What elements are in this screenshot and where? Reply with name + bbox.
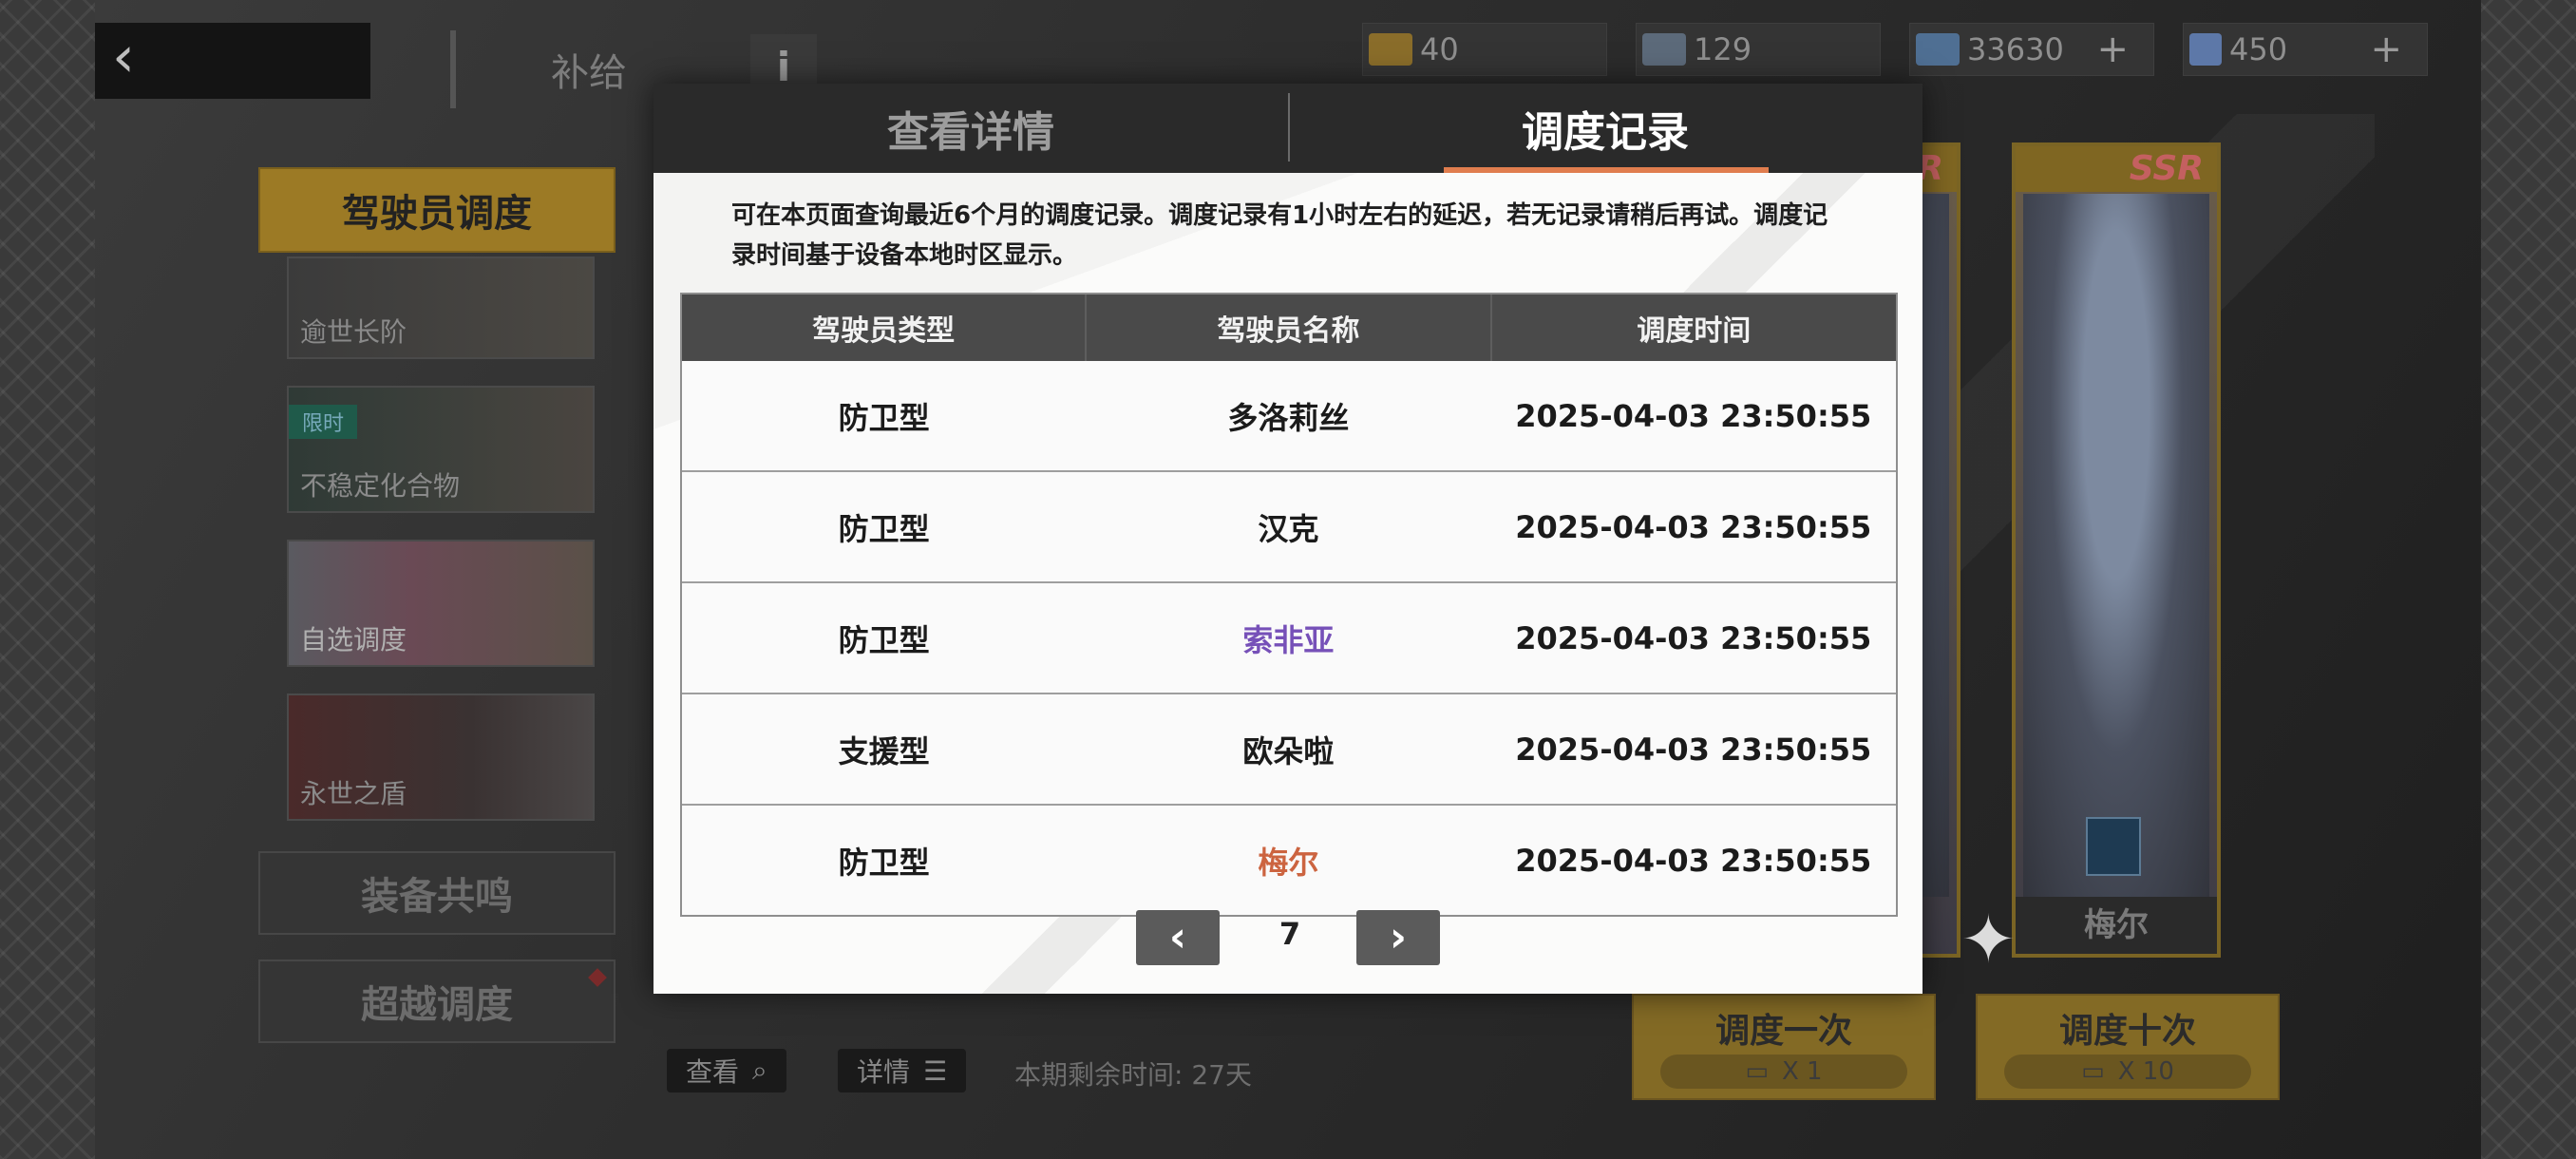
tab-dispatch-records[interactable]: 调度记录: [1288, 84, 1923, 173]
ticket-icon: ▭: [1745, 1057, 1769, 1086]
ticket-icon: ▭: [2081, 1057, 2105, 1086]
view-label: 查看: [686, 1056, 740, 1088]
pilot-name: 梅尔: [2016, 897, 2217, 954]
right-pattern-strip: [2481, 0, 2576, 1159]
cost-pill: ▭ X 10: [2004, 1054, 2251, 1089]
next-page-button[interactable]: ›: [1356, 910, 1440, 965]
column-header: 驾驶员类型: [682, 294, 1088, 361]
table-row: 支援型 欧朵啦 2025-04-03 23:50:55: [682, 693, 1896, 805]
pilot-type: 防卫型: [682, 361, 1087, 471]
limited-badge: 限时: [289, 405, 358, 439]
add-cube-button[interactable]: +: [2096, 28, 2129, 71]
banner-item[interactable]: 自选调度: [287, 540, 595, 667]
cost-value: X 1: [1781, 1057, 1823, 1086]
banner-item[interactable]: 逾世长阶: [287, 256, 595, 359]
dispatch-time: 2025-04-03 23:50:55: [1490, 693, 1896, 805]
dialog-tabs: 查看详情 调度记录: [653, 84, 1923, 173]
sidebar-item-equip-resonance[interactable]: 装备共鸣: [258, 851, 616, 935]
cost-pill: ▭ X 1: [1660, 1054, 1907, 1089]
menu-label: 超越调度: [361, 983, 513, 1027]
records-table: 驾驶员类型 驾驶员名称 调度时间 防卫型 多洛莉丝 2025-04-03 23:…: [680, 293, 1898, 917]
currency-cube: 33630 +: [1909, 23, 2154, 76]
banner-item[interactable]: 永世之盾: [287, 694, 595, 821]
currency-value: 40: [1420, 31, 1459, 67]
dispatch-once-button[interactable]: 调度一次 ▭ X 1: [1632, 994, 1936, 1100]
active-tab-indicator: [1444, 167, 1769, 173]
table-row: 防卫型 索非亚 2025-04-03 23:50:55: [682, 581, 1896, 694]
previous-page-button[interactable]: ‹: [1136, 910, 1220, 965]
pilot-name: 多洛莉丝: [1086, 361, 1491, 471]
banner-label: 自选调度: [300, 624, 407, 656]
pilot-type: 防卫型: [682, 581, 1087, 694]
back-arrow-icon: ‹: [112, 24, 135, 90]
dispatch-time: 2025-04-03 23:50:55: [1490, 581, 1896, 694]
page-title: 补给: [551, 51, 627, 95]
currency-value: 33630: [1967, 31, 2064, 67]
notification-icon: [588, 968, 607, 987]
dispatch-ten-label: 调度十次: [2058, 1012, 2196, 1051]
currency-crystal: 450 +: [2183, 23, 2428, 76]
pilot-name: 梅尔: [1086, 804, 1491, 915]
crystal-icon: [2189, 33, 2222, 66]
list-icon: ☰: [923, 1054, 948, 1087]
banner-label: 永世之盾: [300, 778, 407, 809]
pilot-name: 欧朵啦: [1086, 693, 1491, 805]
currency-value: 450: [2229, 31, 2288, 67]
divider: [450, 30, 456, 108]
add-crystal-button[interactable]: +: [2370, 28, 2402, 71]
pagination: ‹ 7 ›: [653, 910, 1923, 967]
dispatch-time: 2025-04-03 23:50:55: [1490, 470, 1896, 582]
view-button[interactable]: 查看 ⌕: [667, 1049, 786, 1092]
pilot-type: 防卫型: [682, 804, 1087, 915]
back-button[interactable]: [95, 23, 370, 99]
cube-icon: [1916, 33, 1960, 66]
dispatch-once-label: 调度一次: [1714, 1012, 1852, 1051]
pilot-type: 防卫型: [682, 470, 1087, 582]
pilot-name: 汉克: [1086, 470, 1491, 582]
dispatch-time: 2025-04-03 23:50:55: [1490, 361, 1896, 471]
chevron-left-icon: ‹: [1168, 913, 1187, 961]
currency-blue-ticket: 129: [1636, 23, 1881, 76]
currency-value: 129: [1694, 31, 1752, 67]
table-row: 防卫型 汉克 2025-04-03 23:50:55: [682, 470, 1896, 582]
details-label: 详情: [857, 1056, 911, 1088]
remaining-time: 本期剩余时间: 27天: [1014, 1059, 1252, 1091]
column-header: 驾驶员名称: [1086, 294, 1492, 361]
sidebar-item-transcend-dispatch[interactable]: 超越调度: [258, 960, 616, 1043]
sparkle-icon: ✦: [1960, 901, 2017, 978]
cost-value: X 10: [2117, 1057, 2174, 1086]
rarity-badge: SSR: [2016, 146, 2217, 192]
page-number: 7: [1279, 916, 1301, 952]
ticket-icon: [1369, 33, 1412, 66]
sidebar-item-pilot-dispatch[interactable]: 驾驶员调度: [258, 167, 616, 253]
banner-item[interactable]: 限时 不稳定化合物: [287, 386, 595, 513]
column-header: 调度时间: [1490, 294, 1896, 361]
details-button[interactable]: 详情 ☰: [838, 1049, 967, 1092]
chevron-right-icon: ›: [1389, 913, 1408, 961]
banner-label: 逾世长阶: [300, 316, 407, 348]
table-row: 防卫型 梅尔 2025-04-03 23:50:55: [682, 804, 1896, 915]
banner-label: 不稳定化合物: [300, 470, 461, 502]
records-notice: 可在本页面查询最近6个月的调度记录。调度记录有1小时左右的延迟，若无记录请稍后再…: [731, 201, 1828, 270]
pilot-name: 索非亚: [1086, 581, 1491, 694]
dispatch-records-dialog: 查看详情 调度记录 可在本页面查询最近6个月的调度记录。调度记录有1小时左右的延…: [653, 84, 1923, 994]
blue-ticket-icon: [1642, 33, 1686, 66]
defender-class-icon: [2086, 817, 2141, 876]
table-row: 防卫型 多洛莉丝 2025-04-03 23:50:55: [682, 361, 1896, 471]
pilot-art: [2023, 194, 2209, 897]
dispatch-ten-button[interactable]: 调度十次 ▭ X 10: [1976, 994, 2280, 1100]
tab-view-details[interactable]: 查看详情: [653, 84, 1288, 173]
left-pattern-strip: [0, 0, 95, 1159]
currency-ticket: 40: [1362, 23, 1607, 76]
dispatch-time: 2025-04-03 23:50:55: [1490, 804, 1896, 915]
search-icon: ⌕: [752, 1054, 767, 1086]
pilot-type: 支援型: [682, 693, 1087, 805]
table-header-row: 驾驶员类型 驾驶员名称 调度时间: [682, 294, 1896, 361]
